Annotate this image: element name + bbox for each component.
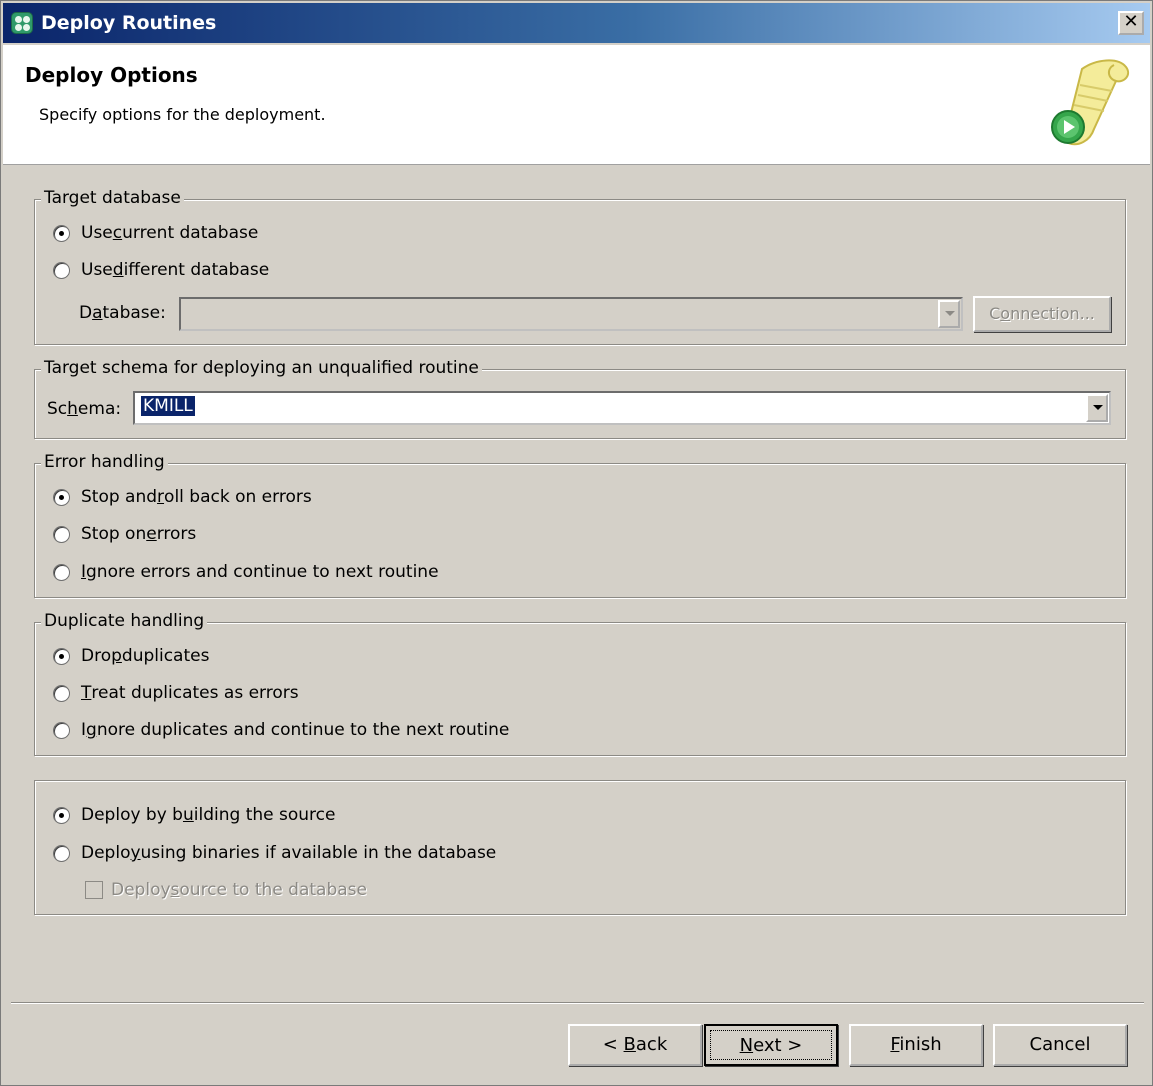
finish-button[interactable]: Finish: [849, 1024, 983, 1066]
use-different-database-radio[interactable]: Use d ifferent database: [53, 258, 269, 282]
error-handling-group: Error handling Stop and r oll back on err…: [34, 452, 1126, 598]
chevron-down-icon: [938, 300, 960, 328]
treat-duplicates-as-errors-radio[interactable]: Treat duplicates as errors: [53, 681, 299, 705]
target-database-group: Target database Use c urrent database Use…: [34, 188, 1126, 345]
title-bar: Deploy Routines ✕: [3, 3, 1150, 43]
schema-combo[interactable]: KMILL: [133, 391, 1111, 425]
use-current-database-radio[interactable]: Use c urrent database: [53, 221, 258, 245]
duplicate-handling-legend: Duplicate handling: [41, 611, 208, 631]
connection-button[interactable]: Connection...: [973, 296, 1111, 332]
deploy-method-group: Deploy by b u ilding the source Deplo y usi…: [34, 780, 1126, 915]
stop-rollback-radio[interactable]: Stop and r oll back on errors: [53, 485, 312, 509]
database-combo[interactable]: [179, 297, 963, 331]
schema-value: KMILL: [141, 396, 195, 416]
radio-selected-icon: [53, 806, 70, 824]
page-title: Deploy Options: [25, 63, 198, 87]
window-title: Deploy Routines: [41, 12, 217, 34]
radio-unselected-icon: [53, 525, 70, 543]
deploy-routines-dialog: Deploy Routines ✕ Deploy Options Specify…: [0, 0, 1153, 1086]
ignore-duplicates-radio[interactable]: Ig nore duplicates and continue to the ne…: [53, 718, 509, 742]
duplicate-handling-group: Duplicate handling Dro p duplicates Treat…: [34, 611, 1126, 756]
error-handling-legend: Error handling: [41, 452, 168, 472]
deploy-using-binaries-radio[interactable]: Deplo y using binaries if available in th…: [53, 841, 496, 865]
app-icon: [11, 12, 33, 34]
drop-duplicates-radio[interactable]: Dro p duplicates: [53, 644, 209, 668]
target-schema-group: Target schema for deploying an unqualifi…: [34, 358, 1126, 439]
radio-unselected-icon: [53, 721, 70, 739]
radio-unselected-icon: [53, 684, 70, 702]
close-button[interactable]: ✕: [1118, 11, 1144, 35]
target-schema-legend: Target schema for deploying an unqualifi…: [41, 358, 482, 378]
close-icon: ✕: [1123, 11, 1139, 32]
cancel-button[interactable]: Cancel: [993, 1024, 1127, 1066]
radio-unselected-icon: [53, 563, 70, 581]
focus-ring: Next >: [710, 1030, 832, 1060]
checkbox-icon: [85, 881, 103, 899]
database-label: Database:: [79, 303, 166, 323]
scroll-play-icon: [1051, 59, 1130, 146]
radio-selected-icon: [53, 647, 70, 665]
radio-selected-icon: [53, 488, 70, 506]
radio-unselected-icon: [53, 844, 70, 862]
radio-selected-icon: [53, 224, 70, 242]
radio-unselected-icon: [53, 261, 70, 279]
ignore-errors-radio[interactable]: Ignore errors and continue to next routi…: [53, 560, 439, 584]
deploy-source-checkbox[interactable]: Deploy s ource to the database: [85, 878, 367, 902]
button-bar-separator: [11, 1002, 1144, 1004]
next-button[interactable]: Next >: [704, 1024, 838, 1066]
deploy-by-building-radio[interactable]: Deploy by b u ilding the source: [53, 803, 335, 827]
target-database-legend: Target database: [41, 188, 184, 208]
chevron-down-icon: [1086, 394, 1108, 422]
schema-label: Schema:: [47, 399, 122, 419]
stop-on-errors-radio[interactable]: Stop on e rrors: [53, 522, 196, 546]
wizard-banner: Deploy Options Specify options for the d…: [3, 45, 1150, 165]
page-description: Specify options for the deployment.: [39, 105, 326, 124]
back-button[interactable]: < Back: [568, 1024, 702, 1066]
